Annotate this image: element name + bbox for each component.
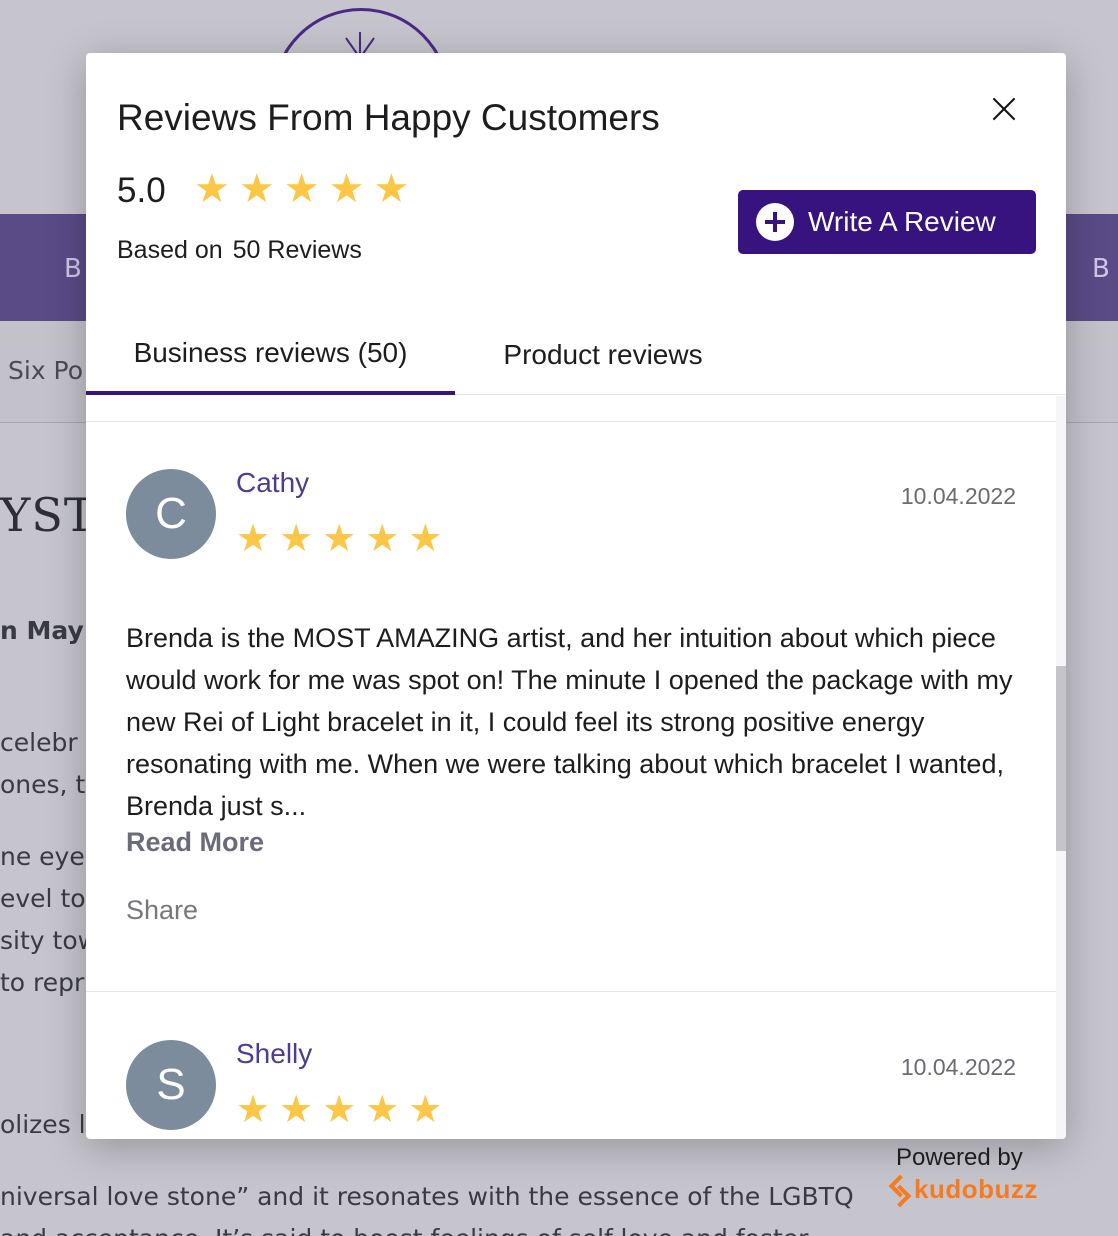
close-icon[interactable]: [984, 89, 1024, 129]
read-more-link[interactable]: Read More: [126, 827, 264, 858]
article-text-line: celebr: [0, 728, 78, 757]
reviewer-name: Shelly: [236, 1038, 313, 1069]
article-text-line: olizes l: [0, 1110, 86, 1139]
review-stars: ★ ★ ★ ★ ★: [236, 1090, 442, 1128]
star-icon: ★: [279, 1087, 314, 1131]
article-text-line: and acceptance. It’s said to boost feeli…: [0, 1224, 808, 1236]
star-icon: ★: [408, 1087, 443, 1131]
average-rating-stars: ★ ★ ★ ★ ★: [194, 169, 409, 209]
review-date: 10.04.2022: [900, 1054, 1016, 1080]
scrollbar-thumb[interactable]: [1056, 666, 1066, 851]
review-date: 10.04.2022: [900, 483, 1016, 509]
plus-circle-icon: [756, 203, 794, 241]
review-tabs: Business reviews (50) Product reviews: [86, 315, 1066, 395]
star-icon: ★: [322, 1087, 357, 1131]
kudobuzz-logo-icon: [890, 1176, 910, 1204]
star-icon: ★: [236, 1087, 271, 1131]
avatar: S: [126, 1040, 216, 1130]
write-review-label: Write A Review: [808, 206, 996, 237]
breadcrumb: Six Po: [8, 356, 84, 385]
review-body: Brenda is the MOST AMAZING artist, and h…: [126, 623, 1013, 821]
tab-product-reviews[interactable]: Product reviews: [466, 315, 740, 395]
article-text-line: niversal love stone” and it resonates wi…: [0, 1182, 854, 1211]
star-icon: ★: [373, 166, 410, 212]
brand-name: kudobuzz: [914, 1174, 1038, 1204]
article-text-line: sity tow: [0, 926, 99, 955]
based-on-label: Based on: [117, 236, 223, 264]
star-icon: ★: [322, 516, 357, 560]
write-review-button[interactable]: Write A Review: [738, 190, 1036, 254]
article-text-line: to repr: [0, 968, 85, 997]
powered-by-label: Powered by: [896, 1144, 1023, 1171]
reviewer-name: Cathy: [236, 467, 310, 498]
tab-business-reviews[interactable]: Business reviews (50): [86, 315, 455, 395]
kudobuzz-link[interactable]: kudobuzz: [890, 1174, 1038, 1205]
avatar: C: [126, 469, 216, 559]
nav-item-right[interactable]: B: [1092, 254, 1110, 284]
star-icon: ★: [238, 166, 275, 212]
reviews-modal: Reviews From Happy Customers 5.0 ★ ★ ★ ★…: [86, 53, 1066, 1139]
review-list[interactable]: C Cathy 10.04.2022 ★ ★ ★ ★ ★ Brenda is t…: [86, 396, 1066, 1139]
modal-title: Reviews From Happy Customers: [117, 97, 660, 138]
star-icon: ★: [408, 516, 443, 560]
star-icon: ★: [328, 166, 365, 212]
review-stars: ★ ★ ★ ★ ★: [236, 519, 442, 557]
review-count-label: 50 Reviews: [232, 236, 362, 264]
share-link[interactable]: Share: [126, 895, 198, 926]
nav-item-left[interactable]: B: [64, 254, 82, 284]
star-icon: ★: [279, 516, 314, 560]
star-icon: ★: [365, 1087, 400, 1131]
star-icon: ★: [283, 166, 320, 212]
star-icon: ★: [194, 166, 230, 212]
review-item: S Shelly 10.04.2022 ★ ★ ★ ★ ★: [86, 992, 1056, 1139]
review-count: Based on 50 Reviews: [117, 236, 362, 265]
average-rating: 5.0: [117, 171, 166, 210]
star-icon: ★: [365, 516, 400, 560]
review-item: C Cathy 10.04.2022 ★ ★ ★ ★ ★ Brenda is t…: [86, 421, 1056, 991]
star-icon: ★: [236, 516, 271, 560]
